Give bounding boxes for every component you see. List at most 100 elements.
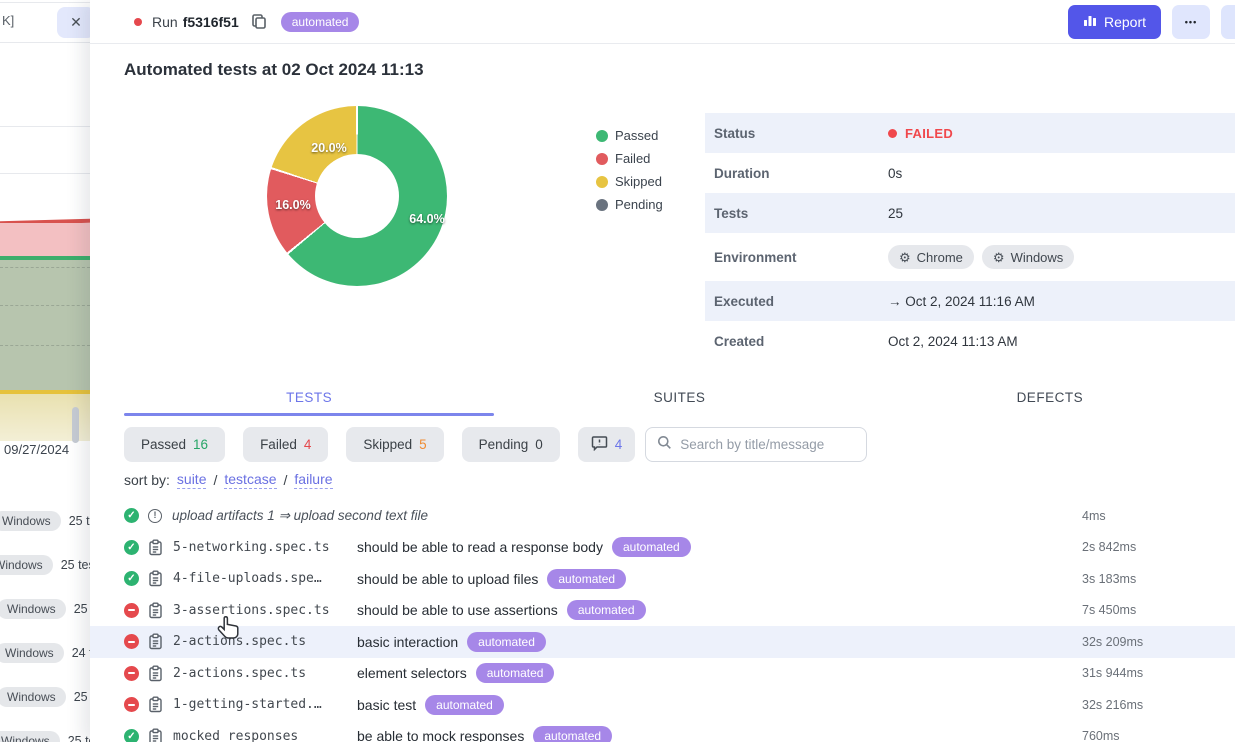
test-duration: 760ms <box>1082 729 1120 742</box>
slice-label-passed: 64.0% <box>409 212 444 226</box>
filter-label: Failed <box>260 437 297 452</box>
filter-count: 5 <box>419 437 427 452</box>
detail-row-duration: Duration 0s <box>705 153 1235 193</box>
bar-chart-icon <box>1083 14 1097 30</box>
partial-button[interactable] <box>1221 5 1235 39</box>
detail-label: Environment <box>705 250 888 265</box>
status-failed-icon <box>124 634 139 649</box>
test-file: 3-assertions.spec.ts <box>173 603 357 618</box>
mouse-cursor <box>216 614 242 649</box>
filter-failed-button[interactable]: Failed 4 <box>243 427 328 462</box>
test-file: mocked responses <box>173 729 357 742</box>
report-button[interactable]: Report <box>1068 5 1161 39</box>
divider <box>0 42 90 43</box>
test-row[interactable]: ! upload artifacts 1 ⇒ upload second tex… <box>90 500 1235 532</box>
test-title: basic interaction <box>357 634 458 650</box>
failed-trend-area <box>0 223 90 256</box>
detail-row-created: Created Oct 2, 2024 11:13 AM <box>705 321 1235 361</box>
tab-tests[interactable]: TESTS <box>124 379 494 416</box>
test-file: 1-getting-started.… <box>173 697 357 712</box>
detail-label: Executed <box>705 294 888 309</box>
test-duration: 31s 944ms <box>1082 666 1143 680</box>
run-status-dot <box>134 18 142 26</box>
legend-label: Failed <box>615 151 650 166</box>
test-row[interactable]: 1-getting-started.… basic test automated… <box>90 689 1235 721</box>
detail-row-status: Status FAILED <box>705 113 1235 153</box>
test-row[interactable]: mocked responses be able to mock respons… <box>90 721 1235 742</box>
comment-alert-icon <box>591 435 608 454</box>
automated-badge: automated <box>533 726 612 742</box>
sort-by-failure-link[interactable]: failure <box>294 471 332 489</box>
filter-passed-button[interactable]: Passed16 <box>124 427 225 462</box>
run-id: f5316f51 <box>183 14 239 30</box>
gridline <box>0 267 90 268</box>
legend-dot <box>596 176 608 188</box>
tab-defects[interactable]: DEFECTS <box>865 379 1235 416</box>
separator: / <box>284 472 288 488</box>
copy-icon[interactable] <box>251 13 267 30</box>
filter-count: 16 <box>193 437 208 452</box>
legend-label: Pending <box>615 197 663 212</box>
filter-pending-button[interactable]: Pending0 <box>462 427 560 462</box>
gridline <box>0 345 90 346</box>
tab-suites[interactable]: SUITES <box>494 379 864 416</box>
test-duration: 32s 216ms <box>1082 698 1143 712</box>
env-badge: Windows <box>0 687 66 707</box>
filter-skipped-button[interactable]: Skipped5 <box>346 427 443 462</box>
failed-dot <box>888 129 897 138</box>
run-list-item[interactable]: Windows25 tes <box>0 731 102 742</box>
env-badge: Windows <box>0 599 66 619</box>
status-failed-icon <box>124 603 139 618</box>
filter-comments-button[interactable]: 4 <box>578 427 636 462</box>
divider <box>0 173 90 174</box>
search-icon <box>657 435 672 455</box>
more-button[interactable]: ••• <box>1172 5 1210 39</box>
env-name: Chrome <box>917 250 963 265</box>
env-badge: Windows <box>0 555 53 575</box>
sort-prefix: sort by: <box>124 472 170 488</box>
run-details-table: Status FAILED Duration 0s Tests 25 Envir… <box>705 113 1235 361</box>
automated-badge: automated <box>612 537 691 557</box>
scrollbar-thumb[interactable] <box>72 407 79 443</box>
env-badge-chrome[interactable]: ⚙Chrome <box>888 245 974 269</box>
sort-by-suite-link[interactable]: suite <box>177 471 207 489</box>
legend-label: Skipped <box>615 174 662 189</box>
test-row[interactable]: 4-file-uploads.spe… should be able to up… <box>90 563 1235 595</box>
filter-count: 4 <box>304 437 312 452</box>
env-badge-windows[interactable]: ⚙Windows <box>982 245 1074 269</box>
automated-badge: automated <box>547 569 626 589</box>
search-input[interactable] <box>680 437 855 452</box>
screen: K] ✕ 09/27/2024 Windows25 test Windows25… <box>0 0 1235 742</box>
detail-label: Tests <box>705 206 888 221</box>
test-row[interactable]: 2-actions.spec.ts element selectors auto… <box>90 658 1235 690</box>
legend-item-pending: Pending <box>596 193 663 216</box>
separator: / <box>213 472 217 488</box>
testcase-icon <box>148 539 163 556</box>
sort-by-testcase-link[interactable]: testcase <box>224 471 276 489</box>
test-file: 4-file-uploads.spe… <box>173 571 357 586</box>
sort-bar: sort by: suite / testcase / failure <box>124 471 333 489</box>
run-list-item[interactable]: Windows25 test <box>0 555 98 575</box>
test-duration: 4ms <box>1082 509 1106 523</box>
automated-badge: automated <box>567 600 646 620</box>
detail-value: → Oct 2, 2024 11:16 AM <box>888 294 1035 309</box>
status-value: FAILED <box>905 126 953 141</box>
close-icon: ✕ <box>70 14 82 31</box>
env-badge: Windows <box>0 511 61 531</box>
test-title: basic test <box>357 697 416 713</box>
detail-value: 25 <box>888 206 903 221</box>
test-title: element selectors <box>357 665 467 681</box>
legend-label: Passed <box>615 128 658 143</box>
detail-row-environment: Environment ⚙Chrome ⚙Windows <box>705 233 1235 281</box>
test-row[interactable]: 3-assertions.spec.ts should be able to u… <box>90 595 1235 627</box>
report-button-label: Report <box>1104 14 1146 30</box>
test-title: upload artifacts 1 ⇒ upload second text … <box>172 508 428 524</box>
divider <box>0 2 90 3</box>
testcase-icon <box>148 602 163 619</box>
test-row[interactable]: 5-networking.spec.ts should be able to r… <box>90 532 1235 564</box>
legend-dot <box>596 199 608 211</box>
legend-dot <box>596 153 608 165</box>
test-row[interactable]: 2-actions.spec.ts basic interaction auto… <box>90 626 1235 658</box>
status-passed-icon <box>124 508 139 523</box>
search-box <box>645 427 867 462</box>
